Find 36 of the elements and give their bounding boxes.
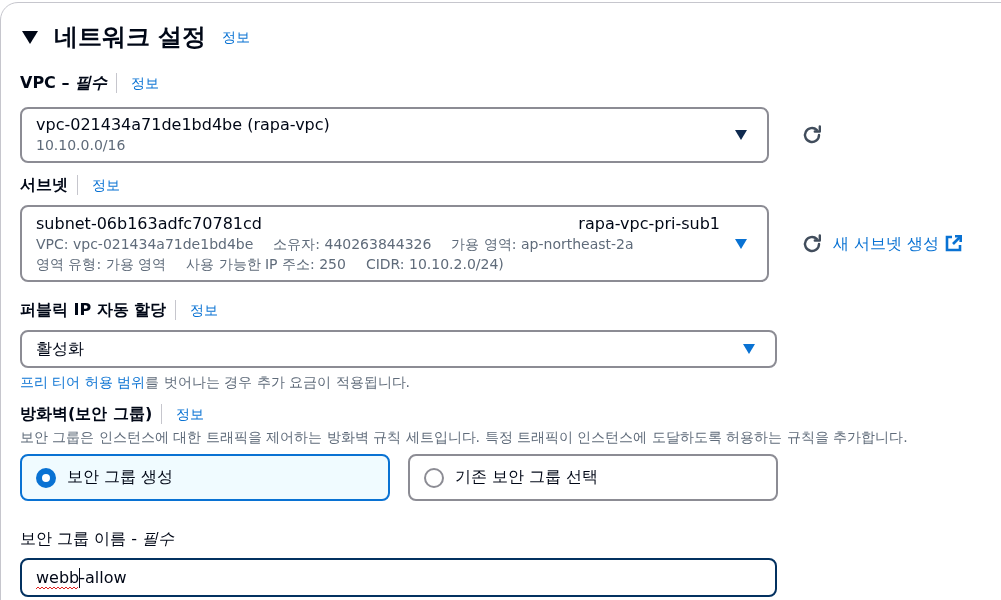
subnet-detail: 영역 유형: 가용 영역 — [36, 254, 167, 274]
external-link-icon — [945, 235, 963, 252]
refresh-icon[interactable] — [802, 233, 822, 254]
info-link[interactable]: 정보 — [92, 175, 120, 195]
field-label: 서브넷 — [20, 174, 68, 196]
vpc-dropdown[interactable]: vpc-021434a71de1bd4be (rapa-vpc) 10.10.0.0/16 — [20, 107, 769, 163]
subnet-detail: VPC: vpc-021434a71de1bd4be — [36, 234, 254, 254]
subnet-detail: 가용 영역: ap-northeast-2a — [451, 234, 634, 254]
info-link[interactable]: 정보 — [131, 73, 159, 93]
security-group-option[interactable]: 기존 보안 그룹 선택 — [408, 454, 778, 501]
public-ip-dropdown[interactable]: 활성화 — [20, 330, 777, 368]
security-group-option[interactable]: 보안 그룹 생성 — [20, 454, 390, 501]
vpc-value: vpc-021434a71de1bd4be (rapa-vpc) — [36, 115, 331, 135]
subnet-dropdown[interactable]: subnet-06b163adfc70781cd rapa-vpc-pri-sub1 VPC: vpc-021434a71de1bd4be 소유자: 440263844326 가용 영역: ap-northeast-2a 영역 유형: 가용 영역 사용 가능한 IP 주소: 250 CIDR: 10.10.2.0/24) — [20, 205, 769, 282]
section-title: 네트워크 설정 — [54, 22, 207, 52]
public-ip-value: 활성화 — [36, 339, 85, 359]
refresh-icon[interactable] — [802, 125, 822, 145]
field-label: 퍼블릭 IP 자동 할당 — [20, 299, 167, 321]
create-subnet-link[interactable]: 새 서브넷 생성 — [833, 233, 963, 254]
free-tier-link[interactable]: 프리 티어 허용 범위 — [20, 374, 146, 390]
collapse-caret-icon[interactable] — [22, 30, 38, 44]
info-link[interactable]: 정보 — [222, 27, 251, 47]
subnet-detail: CIDR: 10.10.2.0/24) — [365, 254, 504, 274]
firewall-description: 보안 그룹은 인스턴스에 대한 트래픽을 제어하는 방화벽 규칙 세트입니다. 특정 트래픽이 인스턴스에 도달하도록 허용하는 규칙을 추가합니다. — [20, 428, 909, 446]
info-link[interactable]: 정보 — [190, 300, 219, 320]
subnet-id: subnet-06b163adfc70781cd — [36, 213, 262, 234]
subnet-detail: 사용 가능한 IP 주소: 250 — [186, 254, 346, 274]
vpc-cidr: 10.10.0.0/16 — [36, 136, 127, 155]
pricing-hint: 프리 티어 허용 범위 를 벗어나는 경우 추가 요금이 적용됩니다. — [20, 373, 412, 391]
subnet-detail: 소유자: 440263844326 — [273, 234, 432, 254]
field-label: 방화벽(보안 그룹) — [20, 403, 153, 425]
field-label: VPC – 필수 — [20, 72, 107, 94]
field-label: 보안 그룹 이름 - 필수 — [20, 528, 175, 550]
info-link[interactable]: 정보 — [176, 404, 205, 424]
spellcheck-squiggle-icon — [36, 586, 79, 590]
subnet-name: rapa-vpc-pri-sub1 — [578, 213, 720, 234]
